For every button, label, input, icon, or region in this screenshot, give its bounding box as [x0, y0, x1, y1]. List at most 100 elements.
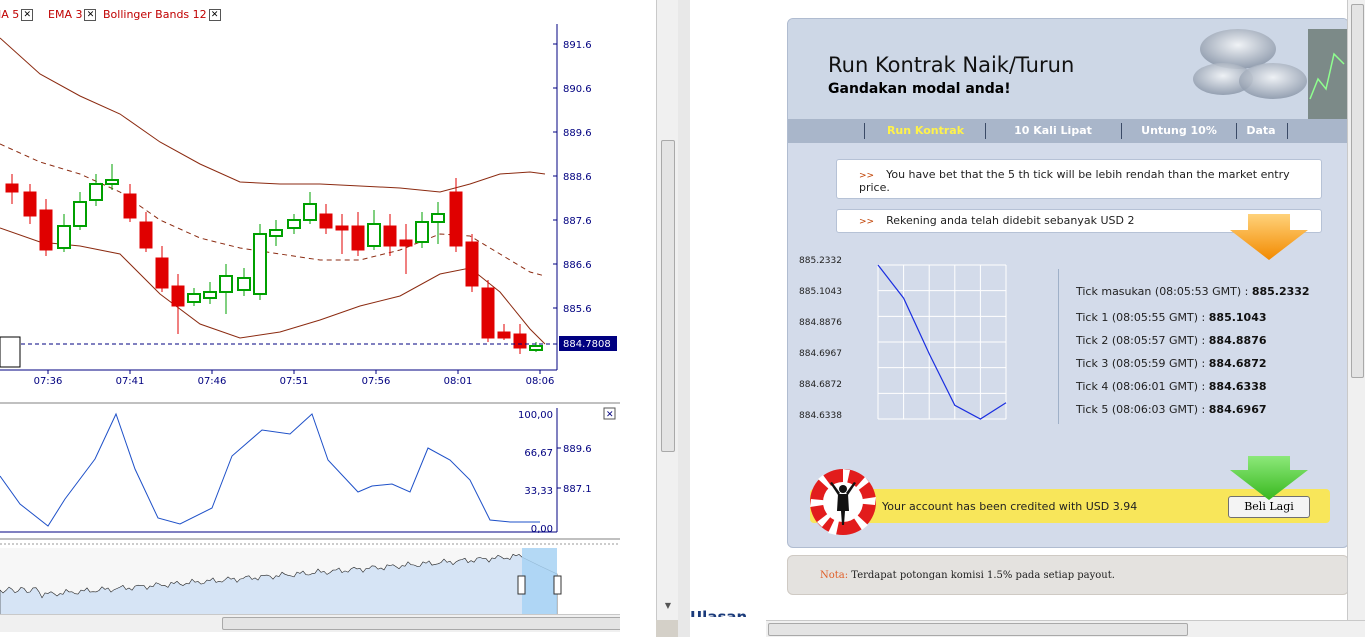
window-divider [678, 0, 690, 637]
candle-body [431, 213, 445, 223]
drag-handle-right[interactable] [553, 575, 562, 595]
winner-icon [810, 469, 876, 535]
time-tick-label: 07:41 [116, 376, 145, 387]
candle-body [23, 191, 37, 217]
tab-untung-10[interactable]: Untung 10% [1124, 124, 1234, 137]
candle-body [237, 277, 251, 291]
trading-chart-pane: IA 5 ✕ EMA 3 ✕ Bollinger Bands 12 ✕ 891.6 89… [0, 0, 620, 637]
indicator-bar: IA 5 ✕ EMA 3 ✕ Bollinger Bands 12 ✕ [0, 0, 620, 24]
candle-body [351, 225, 365, 251]
scrollbar-thumb[interactable] [1351, 4, 1364, 378]
scrollbar-thumb[interactable] [222, 617, 620, 630]
credit-message: Your account has been credited with USD … [882, 500, 1138, 513]
candle-body [335, 225, 349, 231]
oscillator-chart[interactable]: 100,00 66,67 33,33 0,00 889.6 887.1 ✕ [0, 404, 620, 540]
arrow-down-icon [1230, 214, 1308, 260]
candle-body [123, 193, 137, 219]
card-header: Run Kontrak Naik/Turun Gandakan modal an… [788, 19, 1348, 119]
tick-5: Tick 5 (08:06:03 GMT) : 884.6967 [1076, 403, 1267, 416]
candle-body [219, 275, 233, 293]
price-tick-label: 891.6 [563, 40, 592, 51]
candle-body [253, 233, 267, 295]
note-text: Terdapat potongan komisi 1.5% pada setia… [848, 570, 1115, 581]
navigator-chart[interactable] [0, 540, 620, 615]
osc-tick-label: 0,00 [531, 524, 553, 535]
scrollbar-thumb[interactable] [768, 623, 1188, 636]
pane-gutter [620, 0, 656, 637]
candle-body [203, 291, 217, 299]
time-tick-label: 08:06 [526, 376, 555, 387]
note-label: Nota: [820, 570, 849, 581]
candle-body [529, 345, 543, 351]
candle-body [303, 203, 317, 221]
indicator-bollinger: Bollinger Bands 12 ✕ [103, 8, 221, 21]
indicator-sma: IA 5 ✕ [0, 8, 34, 21]
contract-nav: Run Kontrak 10 Kali Lipat Untung 10% Dat… [788, 119, 1348, 143]
page-title: Run Kontrak Naik/Turun [828, 53, 1075, 77]
price-tick-label: 886.6 [563, 260, 592, 271]
tick-list: Tick masukan (08:05:53 GMT) : 885.2332 T… [1076, 285, 1346, 435]
close-icon[interactable]: ✕ [84, 9, 97, 21]
horizontal-scrollbar[interactable] [0, 614, 620, 632]
panel-handle[interactable] [0, 336, 21, 368]
tick-axis-label: 884.6872 [799, 380, 842, 390]
candle-body [287, 219, 301, 229]
page-subtitle: Gandakan modal anda! [828, 81, 1011, 97]
contract-pane: Run Kontrak Naik/Turun Gandakan modal an… [690, 0, 1365, 637]
price-tick-label: 889.6 [563, 128, 592, 139]
tick-axis-label: 885.2332 [799, 256, 842, 266]
osc-tick-label: 66,67 [524, 448, 553, 459]
candle-body [39, 209, 53, 251]
tick-4: Tick 4 (08:06:01 GMT) : 884.6338 [1076, 380, 1267, 393]
candle-body [105, 179, 119, 185]
scrollbar-thumb[interactable] [661, 140, 675, 452]
time-tick-label: 07:36 [34, 376, 63, 387]
tick-3: Tick 3 (08:05:59 GMT) : 884.6872 [1076, 357, 1267, 370]
candle-body [497, 331, 511, 339]
candle-body [319, 213, 333, 229]
candle-body [415, 221, 429, 243]
osc-tick-label: 33,33 [524, 486, 553, 497]
horizontal-scrollbar[interactable] [766, 620, 1365, 637]
candle-body [383, 225, 397, 247]
chevron-right-icon: >> [859, 217, 875, 227]
tab-10-kali-lipat[interactable]: 10 Kali Lipat [988, 124, 1118, 137]
candle-body [399, 239, 413, 247]
osc-tick-label: 887.1 [563, 484, 592, 495]
tick-line-chart: 885.2332 885.1043 884.8876 884.6967 884.6872… [788, 251, 1028, 431]
tick-1: Tick 1 (08:05:55 GMT) : 885.1043 [1076, 311, 1267, 324]
candle-body [155, 257, 169, 289]
candle-body [513, 333, 527, 349]
close-icon[interactable]: ✕ [21, 9, 34, 21]
scroll-down-icon[interactable]: ▼ [660, 598, 676, 614]
current-price-label: 884.7808 [563, 339, 611, 350]
candle-body [269, 229, 283, 237]
contract-card: Run Kontrak Naik/Turun Gandakan modal an… [787, 18, 1349, 548]
osc-tick-label: 100,00 [518, 410, 553, 421]
candle-body [449, 191, 463, 247]
tab-run-kontrak[interactable]: Run Kontrak [868, 124, 983, 137]
time-tick-label: 08:01 [444, 376, 473, 387]
bet-message: >> You have bet that the 5 th tick will b… [836, 159, 1322, 199]
drag-handle-left[interactable] [517, 575, 526, 595]
vertical-scrollbar[interactable]: ▼ [656, 0, 679, 620]
candle-body [73, 201, 87, 227]
candle-body [57, 225, 71, 249]
candle-body [465, 241, 479, 287]
price-tick-label: 888.6 [563, 172, 592, 183]
arrow-down-icon [1230, 456, 1308, 500]
time-tick-label: 07:56 [362, 376, 391, 387]
close-icon[interactable]: ✕ [208, 9, 221, 21]
tab-data[interactable]: Data [1238, 124, 1284, 137]
navigator-window[interactable] [522, 548, 557, 615]
candle-body [481, 287, 495, 339]
candlestick-chart[interactable]: 891.6 890.6 889.6 888.6 887.6 886.6 885.6 07:3… [0, 24, 620, 404]
time-tick-label: 07:46 [198, 376, 227, 387]
price-tick-label: 887.6 [563, 216, 592, 227]
tick-axis-label: 884.6967 [799, 349, 842, 359]
tick-2: Tick 2 (08:05:57 GMT) : 884.8876 [1076, 334, 1267, 347]
coins-banner-image [1178, 19, 1348, 119]
price-tick-label: 890.6 [563, 84, 592, 95]
vertical-scrollbar[interactable] [1347, 0, 1365, 620]
candle-body [187, 293, 201, 303]
